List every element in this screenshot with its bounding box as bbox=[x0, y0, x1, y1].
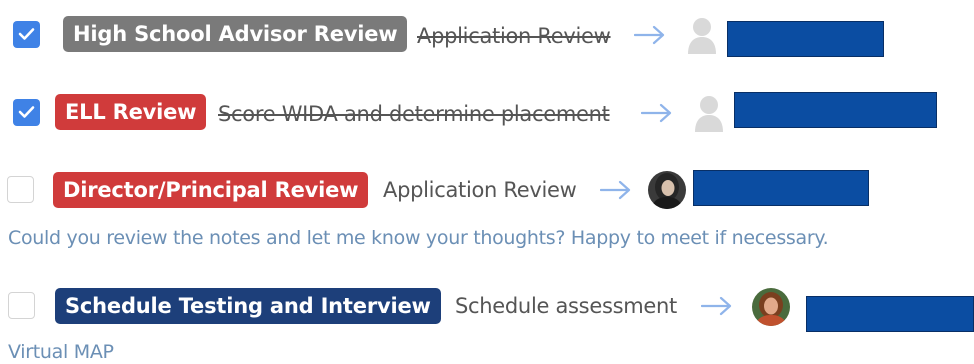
arrow-right-icon bbox=[600, 180, 631, 200]
task-checkbox[interactable] bbox=[7, 176, 34, 203]
placeholder-avatar-icon[interactable] bbox=[692, 94, 726, 132]
checkmark-icon bbox=[18, 106, 35, 118]
arrow-right-icon bbox=[641, 103, 672, 123]
redacted-assignee-name bbox=[727, 21, 884, 57]
task-description: Application Review bbox=[383, 178, 577, 202]
task-checkbox[interactable] bbox=[13, 21, 40, 48]
task-description: Application Review bbox=[417, 24, 611, 48]
redacted-assignee-name bbox=[693, 170, 869, 206]
task-badge[interactable]: ELL Review bbox=[55, 94, 207, 130]
task-badge[interactable]: High School Advisor Review bbox=[63, 16, 408, 52]
task-badge[interactable]: Schedule Testing and Interview bbox=[55, 288, 441, 324]
task-description: Score WIDA and determine placement bbox=[218, 102, 610, 126]
placeholder-avatar-icon[interactable] bbox=[685, 16, 719, 54]
redacted-assignee-name bbox=[806, 296, 974, 332]
task-note: Could you review the notes and let me kn… bbox=[8, 227, 829, 249]
task-checkbox[interactable] bbox=[8, 292, 35, 319]
arrow-right-icon bbox=[701, 296, 732, 316]
redacted-assignee-name bbox=[734, 92, 937, 128]
task-checkbox[interactable] bbox=[13, 99, 40, 126]
user-photo-avatar[interactable] bbox=[647, 170, 687, 210]
task-description: Schedule assessment bbox=[455, 294, 677, 318]
task-note: Virtual MAP bbox=[8, 341, 114, 363]
task-badge[interactable]: Director/Principal Review bbox=[53, 172, 369, 208]
user-photo-avatar[interactable] bbox=[751, 287, 791, 327]
checkmark-icon bbox=[18, 28, 35, 40]
arrow-right-icon bbox=[634, 25, 665, 45]
